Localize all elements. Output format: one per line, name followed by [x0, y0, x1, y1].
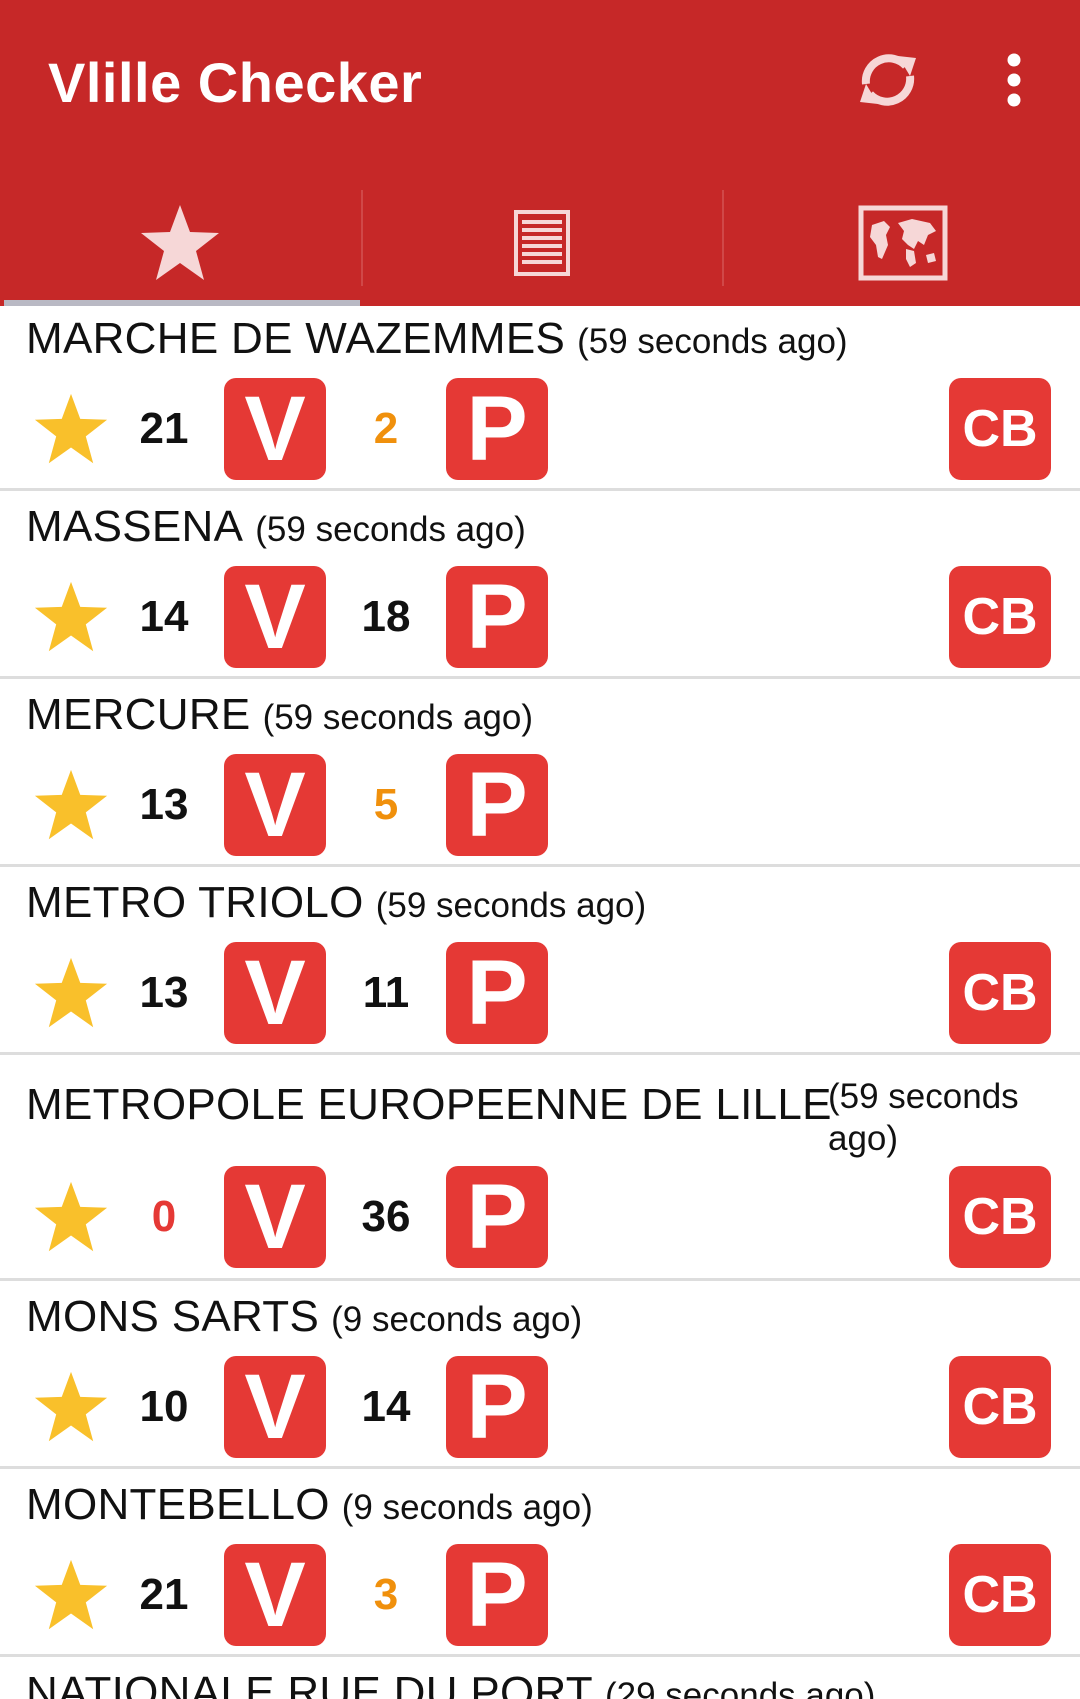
slots-available: 14 — [361, 1382, 411, 1431]
slots-available: 5 — [373, 780, 399, 829]
divider — [0, 488, 1080, 491]
list-item[interactable]: MONTEBELLO (9 seconds ago) 21 V 3 P CB — [0, 1472, 1080, 1658]
bikes-available: 21 — [139, 404, 189, 453]
favorite-star-icon[interactable] — [32, 1370, 110, 1444]
slots-available: 3 — [373, 1570, 399, 1619]
favorite-star-icon[interactable] — [32, 768, 110, 842]
favorite-star-icon[interactable] — [32, 956, 110, 1030]
bikes-available: 10 — [139, 1382, 189, 1431]
last-update: (9 seconds ago) — [341, 1488, 593, 1527]
list-item[interactable]: MONS SARTS (9 seconds ago) 10 V 14 P CB — [0, 1284, 1080, 1470]
map-icon — [858, 205, 948, 281]
app-title: Vlille Checker — [48, 51, 423, 114]
parking-badge: P — [446, 942, 548, 1044]
list-item[interactable]: METRO TRIOLO (59 seconds ago) 13 V 11 P C… — [0, 870, 1080, 1056]
parking-badge: P — [446, 1356, 548, 1458]
tab-favorites[interactable] — [0, 180, 360, 306]
list-item[interactable]: METROPOLE EUROPEENNE DE LILLE (59 second… — [0, 1058, 1080, 1280]
bikes-available: 21 — [139, 1570, 189, 1619]
last-update: (59 seconds ago) — [375, 886, 647, 925]
last-update: (9 seconds ago) — [331, 1300, 583, 1339]
last-update: (59 seconds ago) — [828, 1077, 1019, 1158]
tab-map[interactable] — [723, 180, 1080, 306]
bikes-available: 14 — [139, 592, 189, 641]
divider — [0, 1654, 1080, 1657]
refresh-icon — [860, 54, 916, 106]
station-name: MARCHE DE WAZEMMES — [26, 314, 566, 363]
station-name: MONTEBELLO — [26, 1480, 330, 1529]
list-item[interactable]: NATIONALE RUE DU PORT (29 seconds ago) — [0, 1660, 1080, 1699]
bikes-badge: V — [224, 1356, 326, 1458]
app-bar: Vlille Checker — [0, 0, 1080, 306]
list-item[interactable]: MERCURE (59 seconds ago) 13 V 5 P — [0, 682, 1080, 868]
bikes-badge: V — [224, 1166, 326, 1268]
tab-bar — [0, 180, 1080, 306]
slots-available: 36 — [361, 1192, 411, 1241]
list-icon — [514, 210, 570, 276]
parking-badge: P — [446, 378, 548, 480]
station-name: MASSENA — [26, 502, 244, 551]
last-update: (59 seconds ago) — [262, 698, 534, 737]
bikes-available: 0 — [151, 1192, 177, 1241]
last-update: (29 seconds ago) — [604, 1676, 876, 1699]
card-payment-badge: CB — [949, 1544, 1051, 1646]
list-item[interactable]: MASSENA (59 seconds ago) 14 V 18 P CB — [0, 494, 1080, 680]
card-payment-badge: CB — [949, 942, 1051, 1044]
list-item[interactable]: MARCHE DE WAZEMMES (59 seconds ago) 21 V … — [0, 306, 1080, 492]
slots-available: 2 — [373, 404, 399, 453]
bikes-badge: V — [224, 754, 326, 856]
station-name: METRO TRIOLO — [26, 878, 364, 927]
card-payment-badge: CB — [949, 378, 1051, 480]
parking-badge: P — [446, 1544, 548, 1646]
station-name: MERCURE — [26, 690, 251, 739]
station-name: METROPOLE EUROPEENNE DE LILLE — [26, 1080, 832, 1129]
station-name: NATIONALE RUE DU PORT — [26, 1668, 593, 1699]
bikes-available: 13 — [139, 780, 189, 829]
parking-badge: P — [446, 754, 548, 856]
parking-badge: P — [446, 1166, 548, 1268]
more-vert-icon — [1007, 53, 1021, 107]
bikes-badge: V — [224, 942, 326, 1044]
favorite-star-icon[interactable] — [32, 580, 110, 654]
divider — [0, 864, 1080, 867]
favorite-star-icon[interactable] — [32, 1180, 110, 1254]
slots-available: 11 — [362, 968, 410, 1017]
divider — [0, 676, 1080, 679]
divider — [0, 1278, 1080, 1281]
overflow-menu-button[interactable] — [982, 38, 1046, 122]
divider — [0, 1466, 1080, 1469]
bikes-badge: V — [224, 566, 326, 668]
favorite-star-icon[interactable] — [32, 1558, 110, 1632]
tab-list[interactable] — [362, 180, 722, 306]
refresh-button[interactable] — [846, 38, 930, 122]
bikes-available: 13 — [139, 968, 189, 1017]
divider — [0, 1052, 1080, 1055]
card-payment-badge: CB — [949, 566, 1051, 668]
favorite-star-icon[interactable] — [32, 392, 110, 466]
station-name: MONS SARTS — [26, 1292, 320, 1341]
last-update: (59 seconds ago) — [577, 322, 848, 361]
card-payment-badge: CB — [949, 1166, 1051, 1268]
bikes-badge: V — [224, 1544, 326, 1646]
parking-badge: P — [446, 566, 548, 668]
slots-available: 18 — [361, 592, 411, 641]
star-icon — [141, 205, 219, 280]
card-payment-badge: CB — [949, 1356, 1051, 1458]
bikes-badge: V — [224, 378, 326, 480]
last-update: (59 seconds ago) — [255, 510, 526, 549]
